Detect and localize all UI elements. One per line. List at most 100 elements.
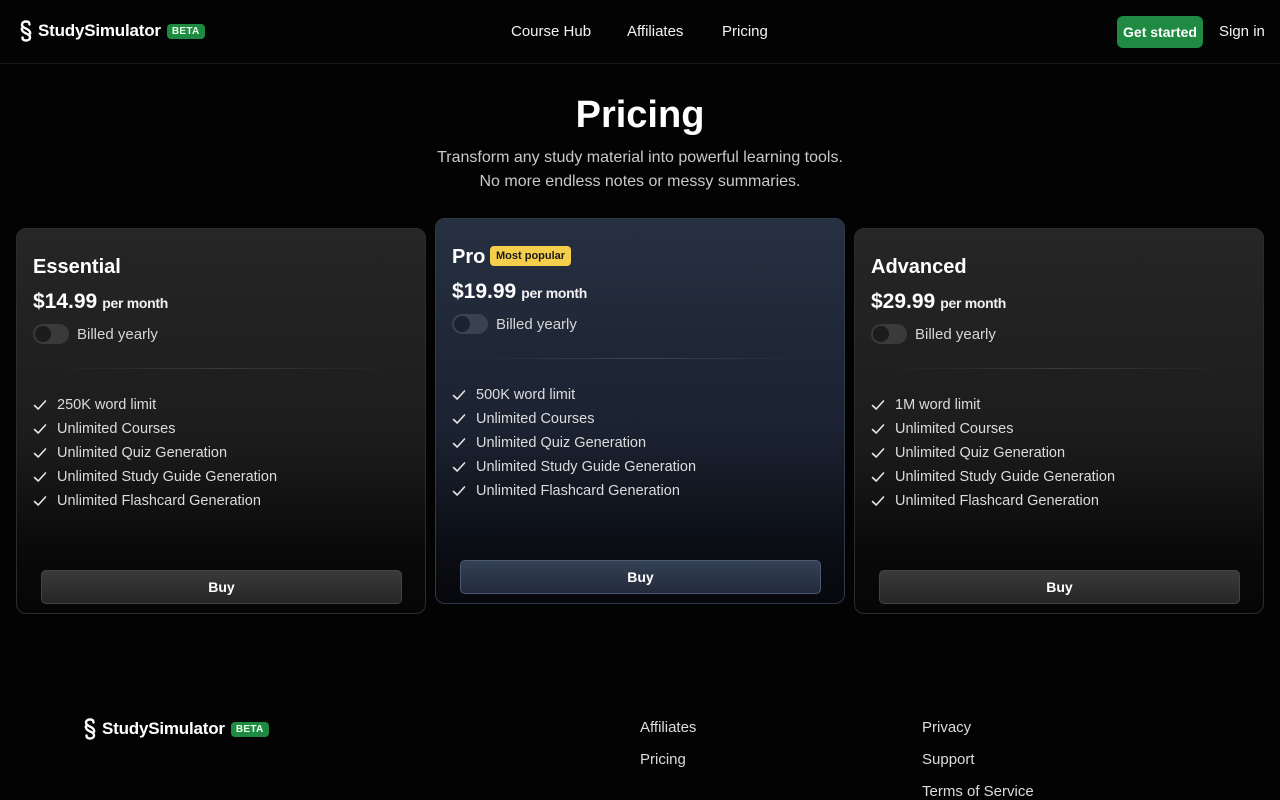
feature-list: 1M word limit Unlimited Courses Unlimite… bbox=[871, 393, 1115, 513]
check-icon bbox=[33, 496, 47, 506]
check-icon bbox=[452, 414, 466, 424]
footer-brand-logo[interactable]: StudySimulator BETA bbox=[83, 718, 269, 740]
billing-label: Billed yearly bbox=[496, 315, 577, 333]
feature-text: Unlimited Flashcard Generation bbox=[57, 493, 261, 509]
buy-button-pro[interactable]: Buy bbox=[460, 560, 821, 594]
feature-text: 250K word limit bbox=[57, 397, 157, 413]
most-popular-badge: Most popular bbox=[490, 246, 572, 266]
feature-text: 1M word limit bbox=[895, 397, 981, 413]
nav-affiliates[interactable]: Affiliates bbox=[627, 23, 683, 40]
feature-item: Unlimited Courses bbox=[33, 417, 277, 441]
check-icon bbox=[871, 496, 885, 506]
plan-price: $29.99 bbox=[871, 290, 936, 313]
feature-text: Unlimited Quiz Generation bbox=[57, 445, 228, 461]
billing-row: Billed yearly bbox=[871, 324, 996, 344]
toggle-knob bbox=[873, 326, 889, 342]
feature-text: Unlimited Quiz Generation bbox=[476, 435, 647, 451]
check-icon bbox=[871, 448, 885, 458]
footer-link-support[interactable]: Support bbox=[922, 751, 975, 768]
check-icon bbox=[33, 400, 47, 410]
check-icon bbox=[452, 462, 466, 472]
check-icon bbox=[33, 472, 47, 482]
plan-period: per month bbox=[102, 295, 168, 311]
feature-text: Unlimited Flashcard Generation bbox=[895, 493, 1099, 509]
feature-text: Unlimited Courses bbox=[476, 411, 595, 427]
feature-list: 250K word limit Unlimited Courses Unlimi… bbox=[33, 393, 277, 513]
page-subtitle: Transform any study material into powerf… bbox=[437, 149, 843, 190]
feature-item: Unlimited Study Guide Generation bbox=[871, 465, 1115, 489]
plan-price: $19.99 bbox=[452, 280, 517, 303]
nav-pricing[interactable]: Pricing bbox=[722, 23, 768, 40]
feature-item: Unlimited Courses bbox=[452, 407, 696, 431]
feature-text: Unlimited Flashcard Generation bbox=[476, 483, 680, 499]
price-row: $29.99 per month bbox=[871, 290, 1006, 314]
billing-row: Billed yearly bbox=[33, 324, 158, 344]
check-icon bbox=[33, 448, 47, 458]
feature-item: 1M word limit bbox=[871, 393, 1115, 417]
main-nav: Course Hub Affiliates Pricing bbox=[0, 23, 1280, 43]
check-icon bbox=[871, 400, 885, 410]
plan-price: $14.99 bbox=[33, 290, 98, 313]
feature-item: Unlimited Study Guide Generation bbox=[33, 465, 277, 489]
feature-list: 500K word limit Unlimited Courses Unlimi… bbox=[452, 383, 696, 503]
feature-item: Unlimited Quiz Generation bbox=[33, 441, 277, 465]
check-icon bbox=[871, 424, 885, 434]
check-icon bbox=[33, 424, 47, 434]
footer-link-privacy[interactable]: Privacy bbox=[922, 719, 971, 736]
buy-button-advanced[interactable]: Buy bbox=[879, 570, 1240, 604]
billed-yearly-toggle[interactable] bbox=[871, 324, 907, 344]
plan-period: per month bbox=[940, 295, 1006, 311]
price-row: $14.99 per month bbox=[33, 290, 168, 314]
billing-label: Billed yearly bbox=[77, 325, 158, 343]
plan-card-pro: Pro Most popular $19.99 per month Billed… bbox=[435, 218, 845, 604]
divider bbox=[887, 368, 1231, 369]
divider bbox=[49, 368, 393, 369]
feature-text: Unlimited Courses bbox=[895, 421, 1014, 437]
plan-card-advanced: Advanced $29.99 per month Billed yearly … bbox=[854, 228, 1264, 614]
feature-text: Unlimited Courses bbox=[57, 421, 176, 437]
feature-text: Unlimited Quiz Generation bbox=[895, 445, 1066, 461]
feature-item: 500K word limit bbox=[452, 383, 696, 407]
check-icon bbox=[452, 438, 466, 448]
divider bbox=[468, 358, 812, 359]
feature-item: Unlimited Flashcard Generation bbox=[452, 479, 696, 503]
check-icon bbox=[871, 472, 885, 482]
feature-item: 250K word limit bbox=[33, 393, 277, 417]
feature-text: Unlimited Study Guide Generation bbox=[895, 469, 1116, 485]
price-row: $19.99 per month bbox=[452, 280, 587, 304]
feature-text: Unlimited Study Guide Generation bbox=[476, 459, 697, 475]
toggle-knob bbox=[35, 326, 51, 342]
plan-name: Pro bbox=[452, 246, 486, 268]
get-started-button[interactable]: Get started bbox=[1117, 16, 1203, 48]
feature-item: Unlimited Quiz Generation bbox=[452, 431, 696, 455]
nav-course-hub[interactable]: Course Hub bbox=[511, 23, 591, 40]
footer-link-affiliates[interactable]: Affiliates bbox=[640, 719, 696, 736]
feature-text: 500K word limit bbox=[476, 387, 576, 403]
s-link-logo-icon bbox=[84, 718, 96, 740]
billing-row: Billed yearly bbox=[452, 314, 577, 334]
footer-link-terms[interactable]: Terms of Service bbox=[922, 783, 1034, 800]
footer-link-pricing[interactable]: Pricing bbox=[640, 751, 686, 768]
check-icon bbox=[452, 486, 466, 496]
feature-text: Unlimited Study Guide Generation bbox=[57, 469, 278, 485]
billed-yearly-toggle[interactable] bbox=[452, 314, 488, 334]
brand-name: StudySimulator bbox=[102, 719, 225, 738]
feature-item: Unlimited Courses bbox=[871, 417, 1115, 441]
feature-item: Unlimited Flashcard Generation bbox=[871, 489, 1115, 513]
buy-button-essential[interactable]: Buy bbox=[41, 570, 402, 604]
check-icon bbox=[452, 390, 466, 400]
plan-name: Essential bbox=[33, 256, 121, 278]
plan-name: Advanced bbox=[871, 256, 967, 278]
site-header: StudySimulator BETA Course Hub Affiliate… bbox=[0, 0, 1280, 64]
plan-card-essential: Essential $14.99 per month Billed yearly… bbox=[16, 228, 426, 614]
feature-item: Unlimited Flashcard Generation bbox=[33, 489, 277, 513]
beta-badge: BETA bbox=[230, 721, 269, 737]
plan-period: per month bbox=[521, 285, 587, 301]
page-title: Pricing bbox=[575, 94, 705, 136]
feature-item: Unlimited Quiz Generation bbox=[871, 441, 1115, 465]
feature-item: Unlimited Study Guide Generation bbox=[452, 455, 696, 479]
billed-yearly-toggle[interactable] bbox=[33, 324, 69, 344]
sign-in-link[interactable]: Sign in bbox=[1219, 23, 1265, 40]
billing-label: Billed yearly bbox=[915, 325, 996, 343]
toggle-knob bbox=[454, 316, 470, 332]
